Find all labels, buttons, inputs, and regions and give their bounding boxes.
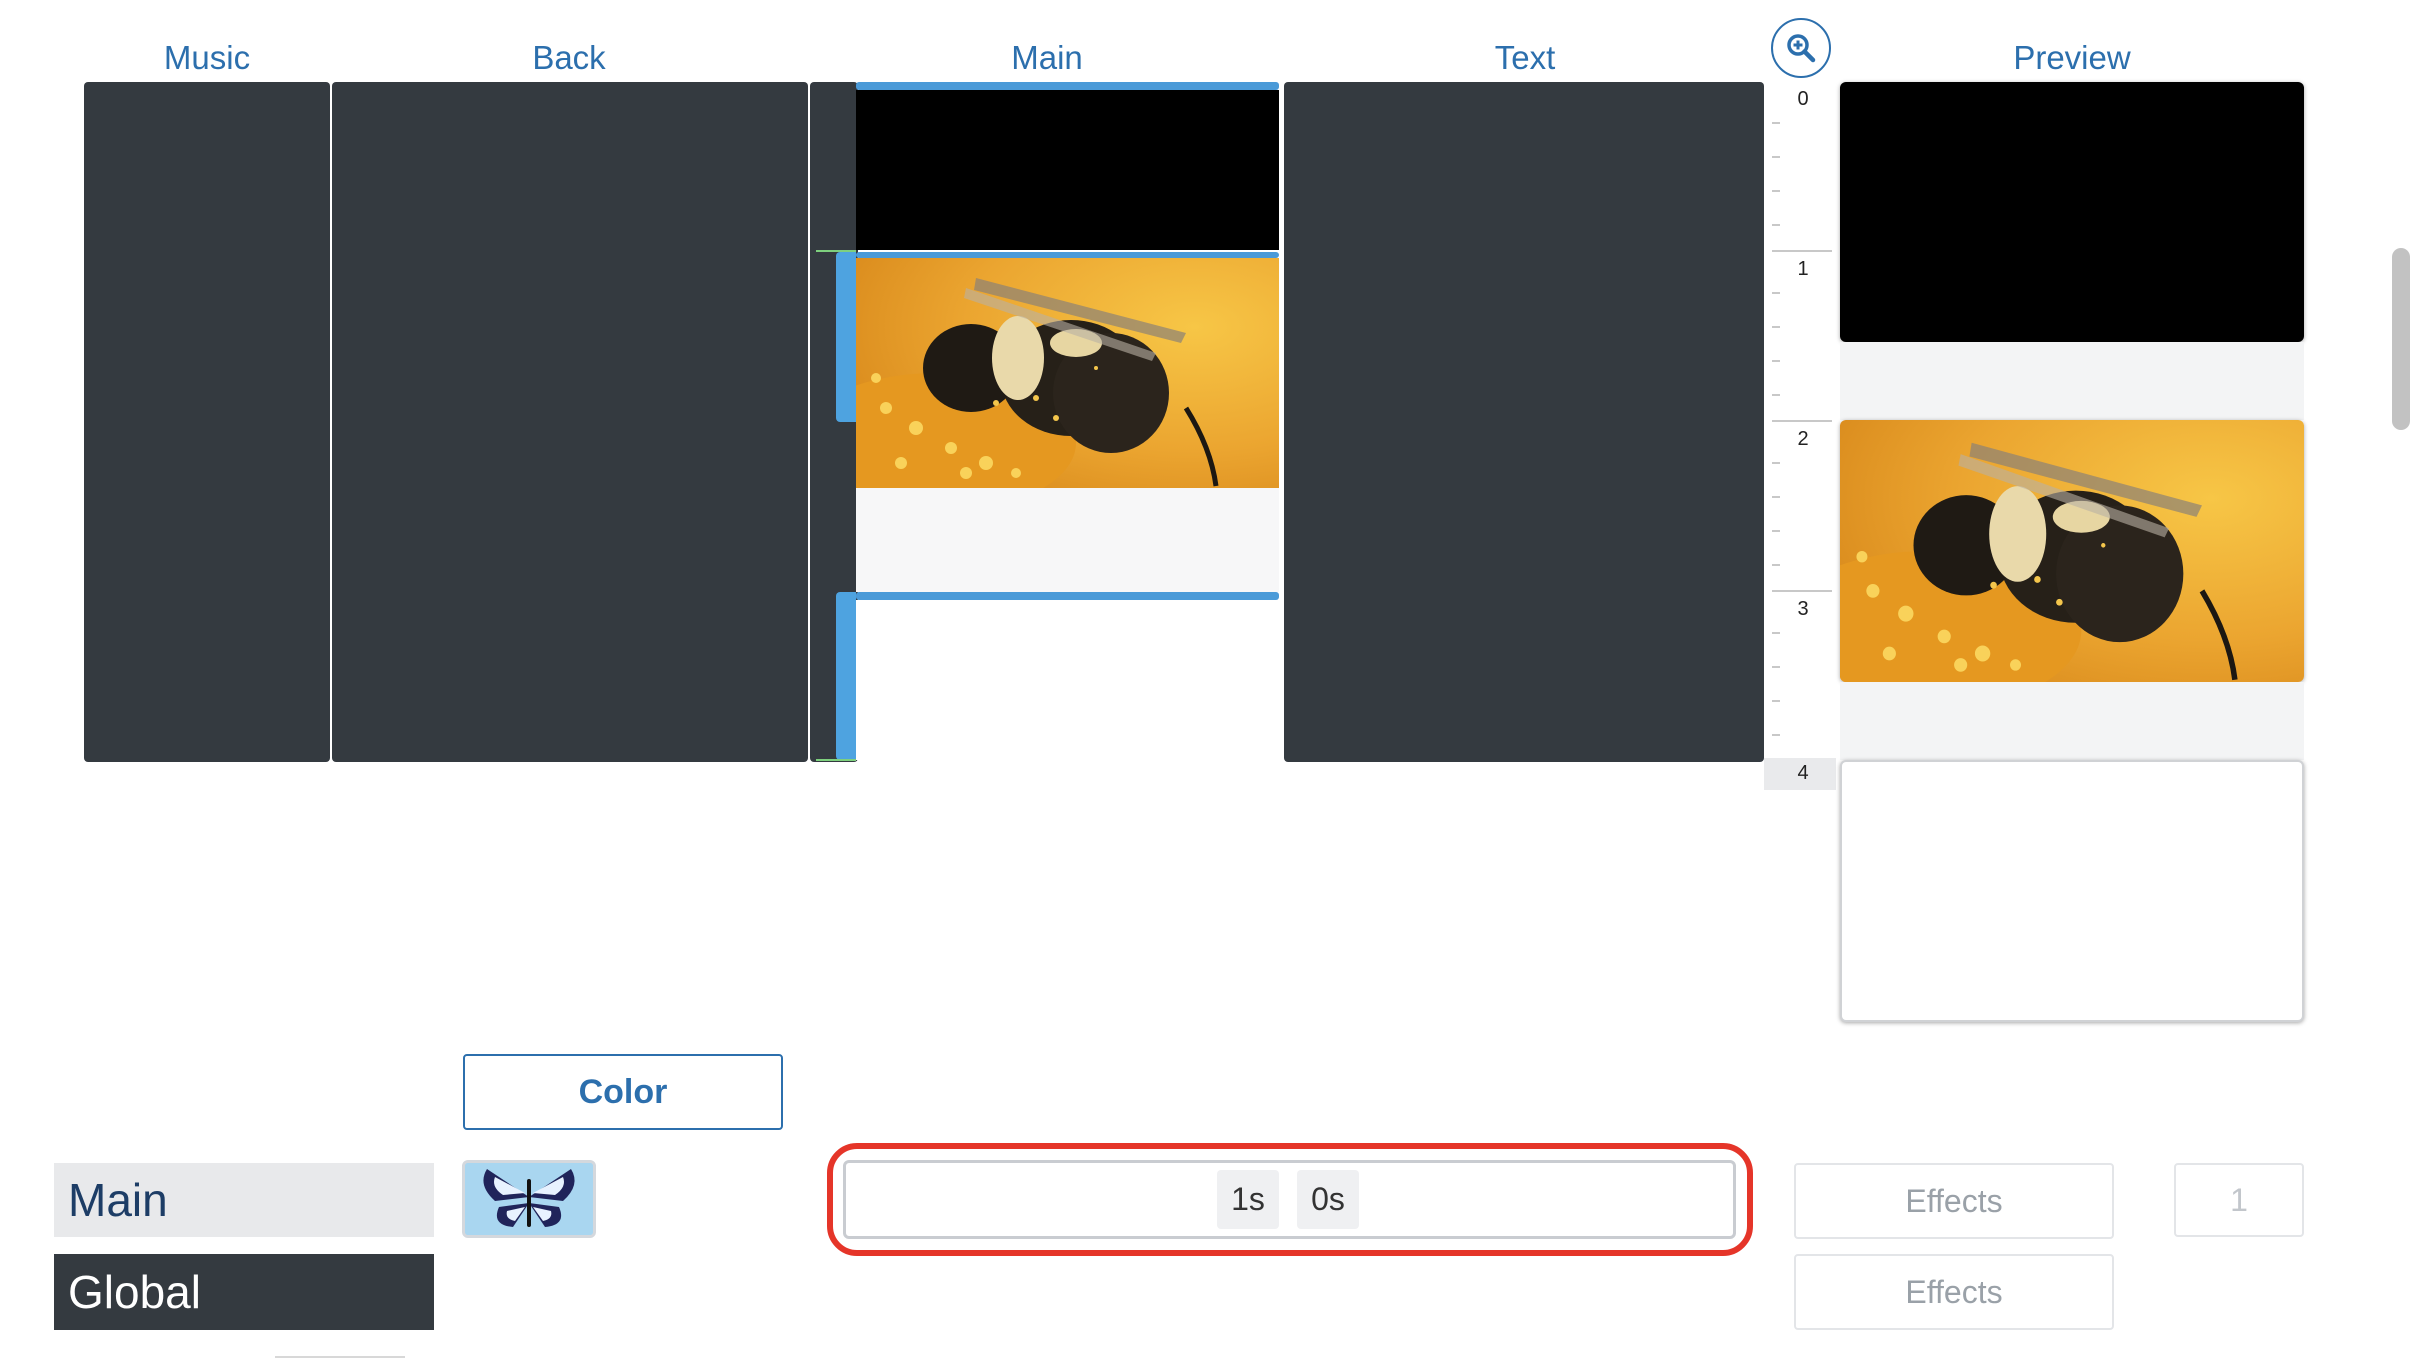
timeline-ruler: 0 1 2 3 4 [1764, 82, 1838, 792]
color-button[interactable]: Color [463, 1054, 783, 1130]
tab-main[interactable]: Main [54, 1163, 434, 1237]
effects-button-main[interactable]: Effects [1794, 1163, 2114, 1239]
ruler-label: 2 [1797, 428, 1809, 450]
bee-image [1840, 420, 2304, 682]
duration-input[interactable] [843, 1160, 1736, 1239]
main-clip-bee[interactable] [856, 258, 1279, 488]
tab-global[interactable]: Global [54, 1254, 434, 1330]
clip-marker-line [816, 759, 856, 761]
divider [275, 1356, 405, 1358]
bee-image [856, 258, 1279, 488]
vertical-scrollbar-thumb[interactable] [2392, 248, 2410, 430]
ruler-label: 3 [1797, 598, 1809, 620]
column-header-music: Music [163, 39, 251, 76]
counter-box: 1 [2174, 1163, 2304, 1237]
clip-top-bar [856, 82, 1279, 90]
back-lane[interactable] [332, 82, 808, 762]
text-lane[interactable] [1284, 82, 1764, 762]
preview-frame-white[interactable] [1840, 760, 2304, 1022]
preview-frame-bee[interactable] [1840, 420, 2304, 682]
music-lane[interactable] [84, 82, 330, 762]
zoom-button[interactable] [1771, 18, 1831, 78]
main-clip-black[interactable] [856, 90, 1279, 250]
column-header-text: Text [1494, 39, 1556, 76]
preview-gap [1840, 342, 2304, 420]
column-header-preview: Preview [2013, 39, 2131, 76]
ruler-label: 4 [1797, 762, 1809, 784]
clip-resize-handle[interactable] [836, 592, 856, 760]
effects-button-global[interactable]: Effects [1794, 1254, 2114, 1330]
ruler-label: 0 [1797, 88, 1809, 110]
main-clip-white[interactable] [856, 600, 1279, 760]
butterfly-icon [465, 1163, 593, 1235]
duration-offset-chip[interactable]: 0s [1297, 1170, 1359, 1229]
preview-gap [1840, 682, 2304, 760]
butterfly-thumbnail[interactable] [462, 1160, 596, 1238]
column-header-back: Back [532, 39, 606, 76]
ruler-label: 1 [1797, 258, 1809, 280]
main-lane-gap [856, 488, 1279, 592]
duration-seconds-chip[interactable]: 1s [1217, 1170, 1279, 1229]
zoom-in-icon [1787, 34, 1816, 63]
clip-resize-handle[interactable] [836, 252, 856, 422]
column-header-main: Main [1011, 39, 1083, 76]
preview-frame-black[interactable] [1840, 82, 2304, 342]
clip-top-bar [856, 592, 1279, 600]
